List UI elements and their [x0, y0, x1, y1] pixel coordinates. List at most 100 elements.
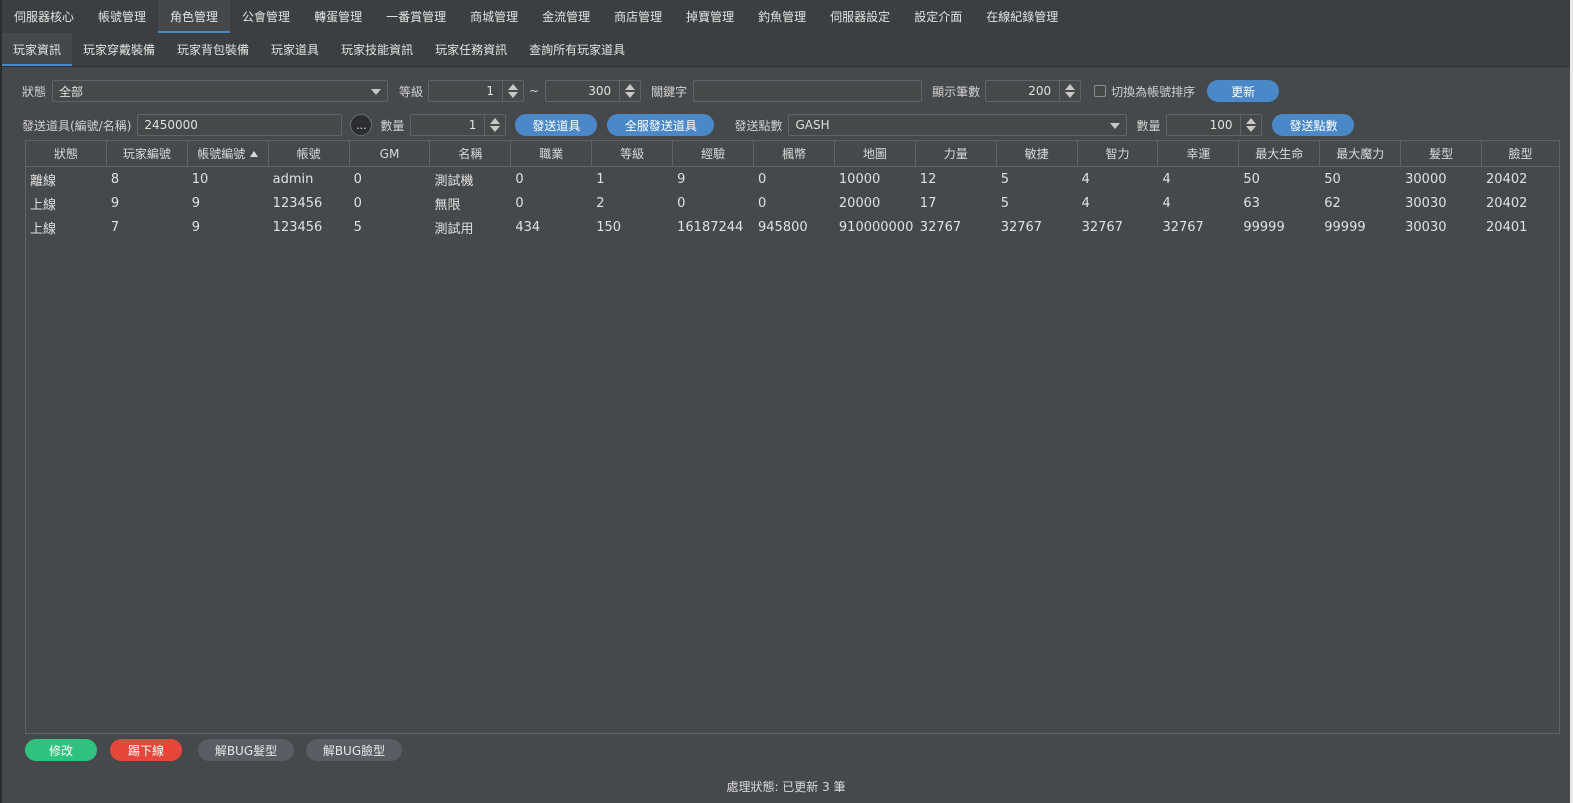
send-item-button[interactable]: 發送道具: [515, 114, 598, 136]
level-max-spinner[interactable]: 300: [545, 80, 642, 102]
send-all-item-button[interactable]: 全服發送道具: [607, 114, 715, 136]
column-header[interactable]: 職業: [511, 141, 593, 166]
display-count-label: 顯示筆數: [932, 84, 981, 99]
main-tab[interactable]: 公會管理: [230, 0, 302, 33]
table-cell: 16187244: [677, 219, 744, 235]
column-header[interactable]: 玩家編號: [107, 141, 188, 166]
table-cell: 20402: [1486, 171, 1528, 187]
column-header[interactable]: 臉型: [1482, 141, 1559, 166]
column-header[interactable]: 力量: [916, 141, 997, 166]
main-tab[interactable]: 伺服器核心: [2, 0, 86, 33]
sub-tab[interactable]: 玩家技能資訊: [330, 33, 424, 66]
arrow-down-icon: [625, 92, 636, 98]
column-header[interactable]: GM: [350, 141, 431, 166]
column-header-label: 地圖: [862, 147, 887, 161]
table-cell: 7: [110, 219, 120, 235]
spinner-buttons[interactable]: [1240, 115, 1261, 135]
main-tab[interactable]: 商城管理: [458, 0, 530, 33]
column-header[interactable]: 敏捷: [997, 141, 1078, 166]
sort-by-account-label: 切換為帳號排序: [1111, 84, 1196, 99]
column-header[interactable]: 幸運: [1158, 141, 1240, 166]
column-header[interactable]: 最大魔力: [1320, 141, 1402, 166]
column-header[interactable]: 名稱: [430, 141, 512, 166]
spinner-buttons[interactable]: [619, 81, 640, 101]
main-tab[interactable]: 角色管理: [158, 0, 231, 33]
table-cell: 434: [515, 219, 541, 235]
table-cell: 30000: [1405, 171, 1447, 187]
column-header[interactable]: 狀態: [26, 141, 107, 166]
chevron-down-icon: [1110, 123, 1121, 129]
column-header[interactable]: 經驗: [673, 141, 755, 166]
table-cell: 10000: [838, 171, 881, 187]
player-info-panel: 狀態 全部 等級 1 ~ 300 關鍵字 顯示筆數 200 切換為帳號排序 更新…: [2, 67, 1570, 803]
sub-tab[interactable]: 玩家任務資訊: [424, 33, 518, 66]
sort-by-account-checkbox[interactable]: [1094, 85, 1107, 97]
fix-hair-button[interactable]: 解BUG髮型: [198, 739, 294, 761]
table-row[interactable]: 離線 8 10 admin 0 測試機 0 1 9 0 10000 12 5 4 4 50 50 30000 204…: [26, 167, 1559, 191]
sort-ascending-icon: [250, 150, 259, 157]
keyword-input[interactable]: [693, 80, 923, 102]
send-points-button[interactable]: 發送點數: [1272, 114, 1355, 136]
table-cell: 99999: [1324, 219, 1366, 235]
status-filter-select[interactable]: 全部: [52, 80, 389, 102]
level-label: 等級: [399, 84, 424, 99]
display-count-spinner[interactable]: 200: [985, 80, 1082, 102]
main-tab[interactable]: 金流管理: [530, 0, 602, 33]
column-header-label: 楓幣: [781, 147, 806, 161]
send-item-input[interactable]: 2450000: [137, 114, 343, 136]
player-table[interactable]: 狀態 玩家編號 帳號編號 帳號 GM 名稱 職業 等級 經驗 楓幣 地圖 力量 敏捷 智力 幸運 最大生命 最大…: [25, 140, 1560, 734]
sub-tab[interactable]: 玩家背包裝備: [166, 33, 260, 66]
sub-tab[interactable]: 查詢所有玩家道具: [518, 33, 636, 66]
level-max-value: 300: [588, 84, 612, 98]
table-cell: 30030: [1405, 219, 1447, 235]
table-cell: 無限: [434, 197, 461, 213]
column-header[interactable]: 帳號: [269, 141, 350, 166]
fix-face-button[interactable]: 解BUG臉型: [306, 739, 402, 761]
sub-tab[interactable]: 玩家穿戴裝備: [72, 33, 166, 66]
table-cell: 150: [596, 219, 622, 235]
spinner-buttons[interactable]: [502, 81, 523, 101]
edit-button[interactable]: 修改: [25, 739, 97, 761]
main-tab[interactable]: 釣魚管理: [746, 0, 818, 33]
main-tab[interactable]: 帳號管理: [86, 0, 158, 33]
column-header[interactable]: 楓幣: [754, 141, 835, 166]
table-row[interactable]: 上線 7 9 123456 5 測試用 434 150 16187244 945800 910000…: [26, 215, 1559, 239]
column-header[interactable]: 最大生命: [1239, 141, 1321, 166]
table-cell: 2: [596, 195, 605, 211]
send-qty-spinner[interactable]: 1: [410, 114, 507, 136]
column-header-label: 經驗: [701, 147, 726, 161]
sub-tab[interactable]: 玩家道具: [260, 33, 330, 66]
table-cell: 5: [1000, 195, 1009, 211]
points-qty-spinner[interactable]: 100: [1166, 114, 1263, 136]
column-header[interactable]: 智力: [1078, 141, 1159, 166]
points-type-select[interactable]: GASH: [788, 114, 1128, 136]
column-header[interactable]: 髮型: [1401, 141, 1483, 166]
column-header[interactable]: 等級: [592, 141, 674, 166]
main-tab[interactable]: 商店管理: [602, 0, 674, 33]
browse-item-button[interactable]: ...: [350, 114, 373, 136]
refresh-button[interactable]: 更新: [1207, 80, 1280, 102]
main-tab[interactable]: 伺服器設定: [818, 0, 902, 33]
main-tab[interactable]: 一番賞管理: [374, 0, 458, 33]
column-header-label: 職業: [539, 147, 564, 161]
level-min-spinner[interactable]: 1: [428, 80, 525, 102]
main-tab[interactable]: 設定介面: [902, 0, 974, 33]
filter-row: 狀態 全部 等級 1 ~ 300 關鍵字 顯示筆數 200 切換為帳號排序 更新: [2, 79, 1570, 103]
column-header[interactable]: 地圖: [835, 141, 916, 166]
sub-tab[interactable]: 玩家資訊: [2, 33, 73, 66]
table-cell: 50: [1243, 171, 1260, 187]
main-tab[interactable]: 轉蛋管理: [302, 0, 374, 33]
table-row[interactable]: 上線 9 9 123456 0 無限 0 2 0 0 20000 17 5 4 4 63 62 30030 2040…: [26, 191, 1559, 215]
kick-button[interactable]: 踢下線: [110, 739, 182, 761]
main-tab[interactable]: 在線紀錄管理: [974, 0, 1070, 33]
table-cell: admin: [272, 171, 314, 187]
points-qty-label: 數量: [1136, 118, 1161, 133]
spinner-buttons[interactable]: [484, 115, 505, 135]
spinner-buttons[interactable]: [1059, 81, 1080, 101]
table-cell: 9: [191, 219, 201, 235]
arrow-up-icon: [490, 118, 501, 124]
table-cell: 4: [1081, 195, 1090, 211]
column-header[interactable]: 帳號編號: [188, 141, 269, 166]
arrow-up-icon: [1246, 118, 1257, 124]
main-tab[interactable]: 掉寶管理: [674, 0, 746, 33]
